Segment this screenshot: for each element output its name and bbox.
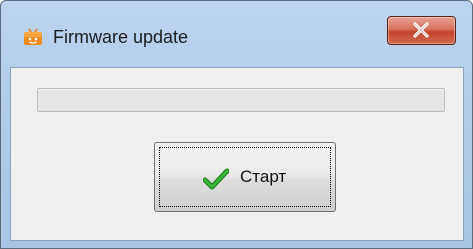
app-icon (23, 26, 43, 46)
start-button[interactable]: Старт (154, 142, 336, 212)
dialog-client-area: Старт (10, 67, 464, 241)
firmware-update-dialog: Firmware update Старт (0, 0, 473, 249)
title-bar[interactable]: Firmware update (1, 1, 472, 67)
checkmark-icon (202, 168, 230, 195)
close-button[interactable] (387, 16, 456, 45)
window-title: Firmware update (53, 27, 189, 47)
start-button-label: Старт (240, 167, 287, 186)
progress-bar (37, 88, 445, 112)
close-icon (413, 22, 429, 38)
